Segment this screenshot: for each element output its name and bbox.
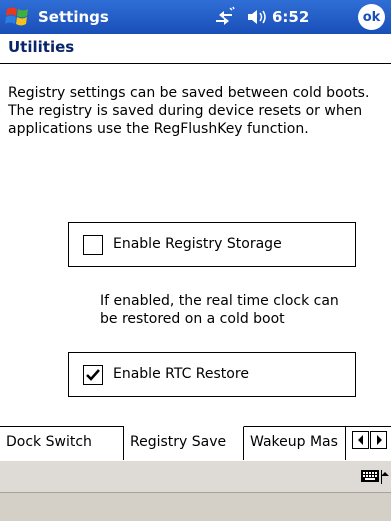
arrow-left-icon [357, 435, 363, 445]
page-header: Utilities [0, 34, 391, 64]
speaker-icon[interactable] [246, 7, 270, 27]
tab-registry-save[interactable]: Registry Save [124, 426, 244, 460]
page-title: Utilities [8, 38, 75, 56]
tab-wakeup-mask[interactable]: Wakeup Mas [244, 427, 346, 460]
registry-storage-label[interactable]: Enable Registry Storage [113, 236, 282, 252]
windows-flag-icon [5, 7, 28, 26]
rtc-restore-checkbox[interactable] [83, 365, 103, 385]
tab-bar: Dock Switch Registry Save Wakeup Mas [0, 426, 391, 460]
app-title: Settings [38, 8, 109, 26]
ok-button[interactable]: ok [358, 4, 385, 30]
checkmark-icon [86, 369, 100, 381]
tab-scroll-left-button[interactable] [352, 431, 369, 449]
tab-scroll-right-button[interactable] [370, 431, 387, 449]
arrow-up-icon[interactable] [381, 469, 389, 484]
rtc-note-text: If enabled, the real time clock can be r… [100, 293, 339, 327]
tab-dock-switch[interactable]: Dock Switch [0, 427, 124, 460]
arrow-right-icon [376, 435, 382, 445]
menu-bar-strip [0, 461, 391, 493]
clock[interactable]: 6:52 [272, 8, 309, 26]
menu-bar [0, 460, 391, 521]
rtc-restore-label[interactable]: Enable RTC Restore [113, 366, 249, 382]
keyboard-icon[interactable] [360, 468, 380, 484]
rtc-restore-option[interactable]: Enable RTC Restore [68, 352, 356, 397]
description-text: Registry settings can be saved between c… [8, 85, 370, 137]
start-menu-button[interactable] [3, 3, 33, 31]
registry-storage-option[interactable]: Enable Registry Storage [68, 222, 356, 267]
connectivity-icon[interactable] [212, 6, 236, 28]
registry-storage-checkbox[interactable] [83, 235, 103, 255]
title-bar: Settings 6:52 ok [0, 0, 391, 34]
